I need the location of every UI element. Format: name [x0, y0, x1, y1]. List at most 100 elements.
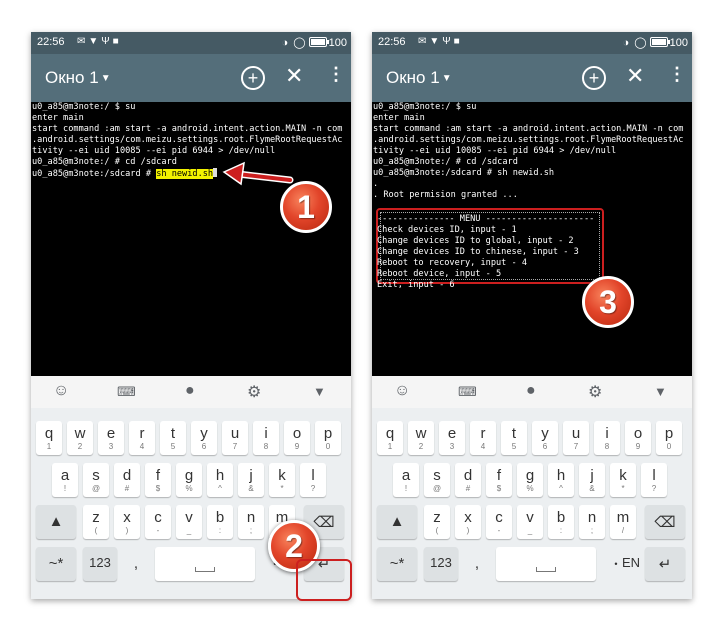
key-w[interactable]: w2	[67, 421, 93, 455]
key-r[interactable]: r4	[470, 421, 496, 455]
close-icon[interactable]: ✕	[626, 63, 644, 89]
comma-key[interactable]: ,	[123, 547, 149, 581]
key-y[interactable]: y6	[191, 421, 217, 455]
key-w[interactable]: w2	[408, 421, 434, 455]
close-icon[interactable]: ✕	[285, 63, 303, 89]
keyboard: q1 w2 e3 r4 t5 y6 u7 i8 o9 p0 a! s @ d # f…	[372, 408, 692, 599]
terminal-input-line[interactable]: u0_a85@m3note:/sdcard # sh newid.sh	[32, 168, 351, 179]
key-l[interactable]: l?	[641, 463, 667, 497]
keyboard-icon[interactable]: ⌨	[117, 384, 136, 400]
key-s[interactable]: s @	[424, 463, 450, 497]
script-menu: --------------- MENU -------------------…	[377, 214, 594, 291]
key-q[interactable]: q1	[36, 421, 62, 455]
key-k[interactable]: k *	[610, 463, 636, 497]
backspace-key[interactable]: ⌫	[645, 505, 685, 539]
space-bar[interactable]	[155, 547, 255, 581]
terminal-line: tivity --ei uid 10085 --ei pid 6944 > /d…	[32, 146, 276, 156]
key-h[interactable]: h ^	[207, 463, 233, 497]
symbols-key[interactable]: ~*	[377, 547, 417, 581]
status-time: 22:56	[378, 36, 406, 48]
hide-keyboard-icon[interactable]: ▼	[654, 384, 667, 399]
more-options-icon[interactable]: ⋮	[668, 64, 686, 85]
keyboard-icon[interactable]: ⌨	[458, 384, 477, 400]
window-title-dropdown[interactable]: Окно 1 ▼	[45, 68, 111, 88]
key-k[interactable]: k *	[269, 463, 295, 497]
key-h[interactable]: h ^	[548, 463, 574, 497]
terminal-output[interactable]: u0_a85@m3note:/ $ su enter main start co…	[31, 102, 351, 376]
notification-icons: ✉▼Ψ■	[77, 36, 122, 47]
key-i[interactable]: i8	[253, 421, 279, 455]
comma-key[interactable]: ,	[464, 547, 490, 581]
key-b[interactable]: b:	[207, 505, 233, 539]
symbols-key[interactable]: ~*	[36, 547, 76, 581]
key-b[interactable]: b:	[548, 505, 574, 539]
key-t[interactable]: t5	[160, 421, 186, 455]
numbers-key[interactable]: 123	[424, 547, 458, 581]
key-j[interactable]: j &	[579, 463, 605, 497]
menu-option: Change devices ID to global, input - 2	[377, 236, 574, 246]
key-g[interactable]: g%	[176, 463, 202, 497]
key-d[interactable]: d #	[114, 463, 140, 497]
key-x[interactable]: x)	[114, 505, 140, 539]
key-d[interactable]: d #	[455, 463, 481, 497]
key-u[interactable]: u7	[222, 421, 248, 455]
shift-key[interactable]: ▲	[36, 505, 76, 539]
key-g[interactable]: g%	[517, 463, 543, 497]
terminal-output[interactable]: u0_a85@m3note:/ $ su enter main start co…	[372, 102, 692, 376]
typed-command: sh newid.sh	[156, 169, 214, 179]
key-a[interactable]: a!	[393, 463, 419, 497]
settings-gear-icon[interactable]: ⚙	[588, 382, 602, 402]
add-window-icon[interactable]: +	[241, 66, 265, 90]
key-f[interactable]: f $	[145, 463, 171, 497]
terminal-line: u0_a85@m3note:/ # cd /sdcard	[373, 157, 518, 167]
more-options-icon[interactable]: ⋮	[327, 64, 345, 85]
key-t[interactable]: t5	[501, 421, 527, 455]
key-o[interactable]: o9	[625, 421, 651, 455]
battery-level: 100	[669, 37, 688, 49]
key-z[interactable]: z(	[424, 505, 450, 539]
language-key[interactable]: EN	[619, 547, 643, 581]
key-p[interactable]: p0	[315, 421, 341, 455]
key-e[interactable]: e3	[439, 421, 465, 455]
hide-keyboard-icon[interactable]: ▼	[313, 384, 326, 399]
key-c[interactable]: c-	[145, 505, 171, 539]
key-v[interactable]: v _	[517, 505, 543, 539]
window-title-dropdown[interactable]: Окно 1 ▼	[386, 68, 452, 88]
key-y[interactable]: y6	[532, 421, 558, 455]
alarm-icon: ◯	[634, 37, 647, 49]
key-s[interactable]: s @	[83, 463, 109, 497]
enter-key[interactable]: ↵	[645, 547, 685, 581]
microphone-icon[interactable]: ●	[185, 382, 195, 400]
key-j[interactable]: j &	[238, 463, 264, 497]
key-o[interactable]: o9	[284, 421, 310, 455]
key-a[interactable]: a!	[52, 463, 78, 497]
terminal-line: .android.settings/com.meizu.settings.roo…	[32, 135, 343, 145]
battery-icon	[649, 37, 670, 47]
key-p[interactable]: p0	[656, 421, 682, 455]
microphone-icon[interactable]: ●	[526, 382, 536, 400]
emoji-icon[interactable]: ☺	[53, 382, 69, 400]
emoji-icon[interactable]: ☺	[394, 382, 410, 400]
key-c[interactable]: c-	[486, 505, 512, 539]
shift-key[interactable]: ▲	[377, 505, 417, 539]
key-x[interactable]: x)	[455, 505, 481, 539]
key-q[interactable]: q1	[377, 421, 403, 455]
app-bar: Окно 1 ▼ + ✕ ⋮	[31, 54, 351, 102]
terminal-line: .android.settings/com.meizu.settings.roo…	[373, 135, 684, 145]
key-u[interactable]: u7	[563, 421, 589, 455]
key-m[interactable]: m/	[610, 505, 636, 539]
settings-gear-icon[interactable]: ⚙	[247, 382, 261, 402]
key-l[interactable]: l?	[300, 463, 326, 497]
key-v[interactable]: v _	[176, 505, 202, 539]
space-bar[interactable]	[496, 547, 596, 581]
key-z[interactable]: z(	[83, 505, 109, 539]
add-window-icon[interactable]: +	[582, 66, 606, 90]
key-n[interactable]: n;	[579, 505, 605, 539]
key-n[interactable]: n;	[238, 505, 264, 539]
key-f[interactable]: f $	[486, 463, 512, 497]
numbers-key[interactable]: 123	[83, 547, 117, 581]
key-r[interactable]: r4	[129, 421, 155, 455]
status-right-icons: ◑ ◯ 100	[623, 36, 688, 49]
key-i[interactable]: i8	[594, 421, 620, 455]
key-e[interactable]: e3	[98, 421, 124, 455]
